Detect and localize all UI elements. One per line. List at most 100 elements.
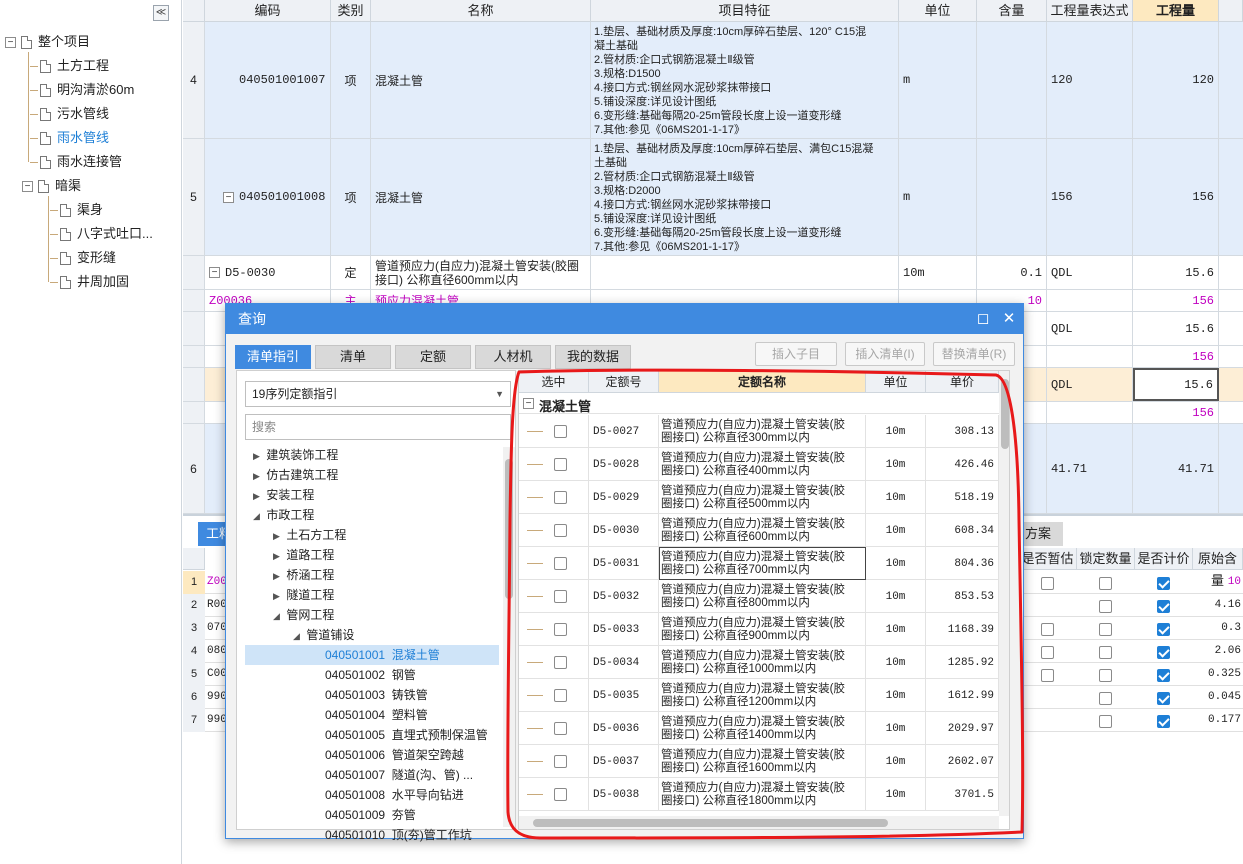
checkbox-lock[interactable] <box>1099 645 1112 660</box>
checkbox-lock[interactable] <box>1099 668 1112 683</box>
grid-cell-qty-content[interactable] <box>977 22 1047 138</box>
grid-cell-num[interactable]: 4 <box>183 22 205 138</box>
checkbox-empty-icon[interactable] <box>554 458 567 471</box>
grid-header[interactable]: 工程量表达式 <box>1047 0 1133 22</box>
guide-tree-node[interactable]: ▶ 道路工程 <box>245 545 499 565</box>
collapse-icon[interactable]: − <box>523 398 534 409</box>
quota-header[interactable]: 定额号 <box>589 371 659 393</box>
tree-node-item[interactable]: 雨水连接管 <box>30 152 122 172</box>
grid-cell-feature[interactable] <box>591 256 899 289</box>
select-checkbox[interactable] <box>554 656 567 669</box>
collapsed-arrow-icon[interactable]: ▶ <box>273 526 283 545</box>
checkbox-checked-icon[interactable] <box>1157 692 1170 706</box>
quota-row[interactable]: D5-0028 管道预应力(自应力)混凝土管安装(胶 圈接口) 公称直径400mm… <box>519 448 999 481</box>
grid-cell-type[interactable]: 项 <box>331 139 371 255</box>
quota-header[interactable]: 单位 <box>866 371 926 393</box>
grid-cell-expr[interactable]: QDL <box>1047 256 1133 289</box>
checkbox-est[interactable] <box>1041 622 1054 637</box>
select-checkbox[interactable] <box>554 557 567 570</box>
checkbox-empty-icon[interactable] <box>1099 692 1112 706</box>
grid-cell-expr[interactable]: QDL <box>1047 312 1133 345</box>
quota-row[interactable]: D5-0037 管道预应力(自应力)混凝土管安装(胶 圈接口) 公称直径1600m… <box>519 745 999 778</box>
grid-cell-unit[interactable]: 10m <box>899 256 977 289</box>
select-checkbox[interactable] <box>554 788 567 801</box>
quota-header[interactable]: 选中 <box>519 371 589 393</box>
guide-tree-node[interactable]: ▶ 土石方工程 <box>245 525 499 545</box>
select-checkbox[interactable] <box>554 458 567 471</box>
select-cell[interactable] <box>519 679 589 712</box>
grid-cell-qty[interactable]: 15.6 <box>1133 368 1219 401</box>
grid-cell-num[interactable] <box>183 368 205 401</box>
select-cell[interactable] <box>519 514 589 547</box>
checkbox-price[interactable] <box>1157 622 1170 637</box>
checkbox-price[interactable] <box>1157 668 1170 683</box>
tree-node-item[interactable]: 雨水管线 <box>30 128 109 148</box>
checkbox-lock[interactable] <box>1099 599 1112 614</box>
guide-tree-node[interactable]: ◢ 市政工程 <box>245 505 499 525</box>
checkbox-empty-icon[interactable] <box>1041 623 1054 637</box>
grid-cell-qty[interactable]: 15.6 <box>1133 256 1219 289</box>
collapsed-arrow-icon[interactable]: ▶ <box>253 466 263 485</box>
checkbox-checked-icon[interactable] <box>1157 623 1170 637</box>
grid-cell-qty[interactable]: 156 <box>1133 139 1219 255</box>
select-cell[interactable] <box>519 778 589 811</box>
select-checkbox[interactable] <box>554 623 567 636</box>
checkbox-empty-icon[interactable] <box>1041 577 1054 591</box>
checkbox-price[interactable] <box>1157 714 1170 729</box>
grid-row[interactable]: 4 040501001007 项 混凝土管 1.垫层、基础材质及厚度:10cm厚碎石垫层… <box>183 22 1243 139</box>
select-checkbox[interactable] <box>554 590 567 603</box>
close-icon[interactable]: ✕ <box>997 304 1021 334</box>
guide-tree-node[interactable]: ▶ 安装工程 <box>245 485 499 505</box>
select-cell[interactable] <box>519 415 589 448</box>
checkbox-price[interactable] <box>1157 691 1170 706</box>
quota-row[interactable]: D5-0038 管道预应力(自应力)混凝土管安装(胶 圈接口) 公称直径1800m… <box>519 778 999 811</box>
expanded-arrow-icon[interactable]: ◢ <box>253 506 263 525</box>
expanded-arrow-icon[interactable]: ◢ <box>293 626 303 645</box>
search-input[interactable]: 搜索 <box>245 414 511 440</box>
checkbox-empty-icon[interactable] <box>554 590 567 603</box>
quota-row[interactable]: D5-0030 管道预应力(自应力)混凝土管安装(胶 圈接口) 公称直径600mm… <box>519 514 999 547</box>
checkbox-price[interactable] <box>1157 599 1170 614</box>
checkbox-empty-icon[interactable] <box>1041 646 1054 660</box>
grid-cell-expr[interactable] <box>1047 402 1133 423</box>
collapsed-arrow-icon[interactable]: ▶ <box>273 566 283 585</box>
guide-tree-node[interactable]: 040501005 直埋式预制保温管 <box>245 725 499 745</box>
checkbox-empty-icon[interactable] <box>554 755 567 768</box>
checkbox-empty-icon[interactable] <box>1099 600 1112 614</box>
grid-cell-qty[interactable]: 156 <box>1133 290 1219 311</box>
tab-bill[interactable]: 清单 <box>315 345 391 369</box>
quota-row[interactable]: D5-0033 管道预应力(自应力)混凝土管安装(胶 圈接口) 公称直径900mm… <box>519 613 999 646</box>
checkbox-checked-icon[interactable] <box>1157 600 1170 614</box>
tree-node-subitem[interactable]: 渠身 <box>50 200 103 220</box>
grid-row[interactable]: 5 040501001008− 项 混凝土管 1.垫层、基础材质及厚度:10cm厚碎石垫… <box>183 139 1243 256</box>
list-hscrollbar[interactable] <box>519 816 999 829</box>
maximize-icon[interactable]: ◻ <box>971 304 995 334</box>
quota-row[interactable]: D5-0031 管道预应力(自应力)混凝土管安装(胶 圈接口) 公称直径700mm… <box>519 547 999 580</box>
grid-header[interactable]: 项目特征 <box>591 0 899 22</box>
checkbox-est[interactable] <box>1041 645 1054 660</box>
collapse-icon[interactable]: − <box>22 181 33 193</box>
tab-material[interactable]: 人材机 <box>475 345 551 369</box>
grid-header[interactable]: 单位 <box>899 0 977 22</box>
checkbox-empty-icon[interactable] <box>1099 669 1112 683</box>
checkbox-empty-icon[interactable] <box>554 722 567 735</box>
grid-cell-code[interactable]: D5-0030− <box>205 256 331 289</box>
guide-tree-node[interactable]: 040501010 顶(夯)管工作坑 <box>245 825 499 845</box>
tab-guide[interactable]: 清单指引 <box>235 345 311 369</box>
tree-node-subitem[interactable]: 八字式吐口... <box>50 224 153 244</box>
grid-cell-expr[interactable]: 120 <box>1047 22 1133 138</box>
tree-node-item[interactable]: 土方工程 <box>30 56 109 76</box>
tab-quota[interactable]: 定额 <box>395 345 471 369</box>
collapse-icon[interactable]: − <box>209 267 220 278</box>
tree-node-root[interactable]: − 整个项目 <box>5 32 90 52</box>
bottom-header[interactable]: 是否暂估 <box>1019 548 1077 570</box>
grid-cell-feature[interactable]: 1.垫层、基础材质及厚度:10cm厚碎石垫层、120° C15混 凝土基础 2.… <box>591 22 899 138</box>
quota-row[interactable]: D5-0036 管道预应力(自应力)混凝土管安装(胶 圈接口) 公称直径1400m… <box>519 712 999 745</box>
checkbox-empty-icon[interactable] <box>554 623 567 636</box>
quota-row[interactable]: D5-0034 管道预应力(自应力)混凝土管安装(胶 圈接口) 公称直径1000m… <box>519 646 999 679</box>
select-cell[interactable] <box>519 547 589 580</box>
grid-cell-num[interactable] <box>183 346 205 367</box>
quota-row[interactable]: D5-0032 管道预应力(自应力)混凝土管安装(胶 圈接口) 公称直径800mm… <box>519 580 999 613</box>
grid-cell-type[interactable]: 项 <box>331 22 371 138</box>
scrollbar-thumb[interactable] <box>533 819 888 827</box>
